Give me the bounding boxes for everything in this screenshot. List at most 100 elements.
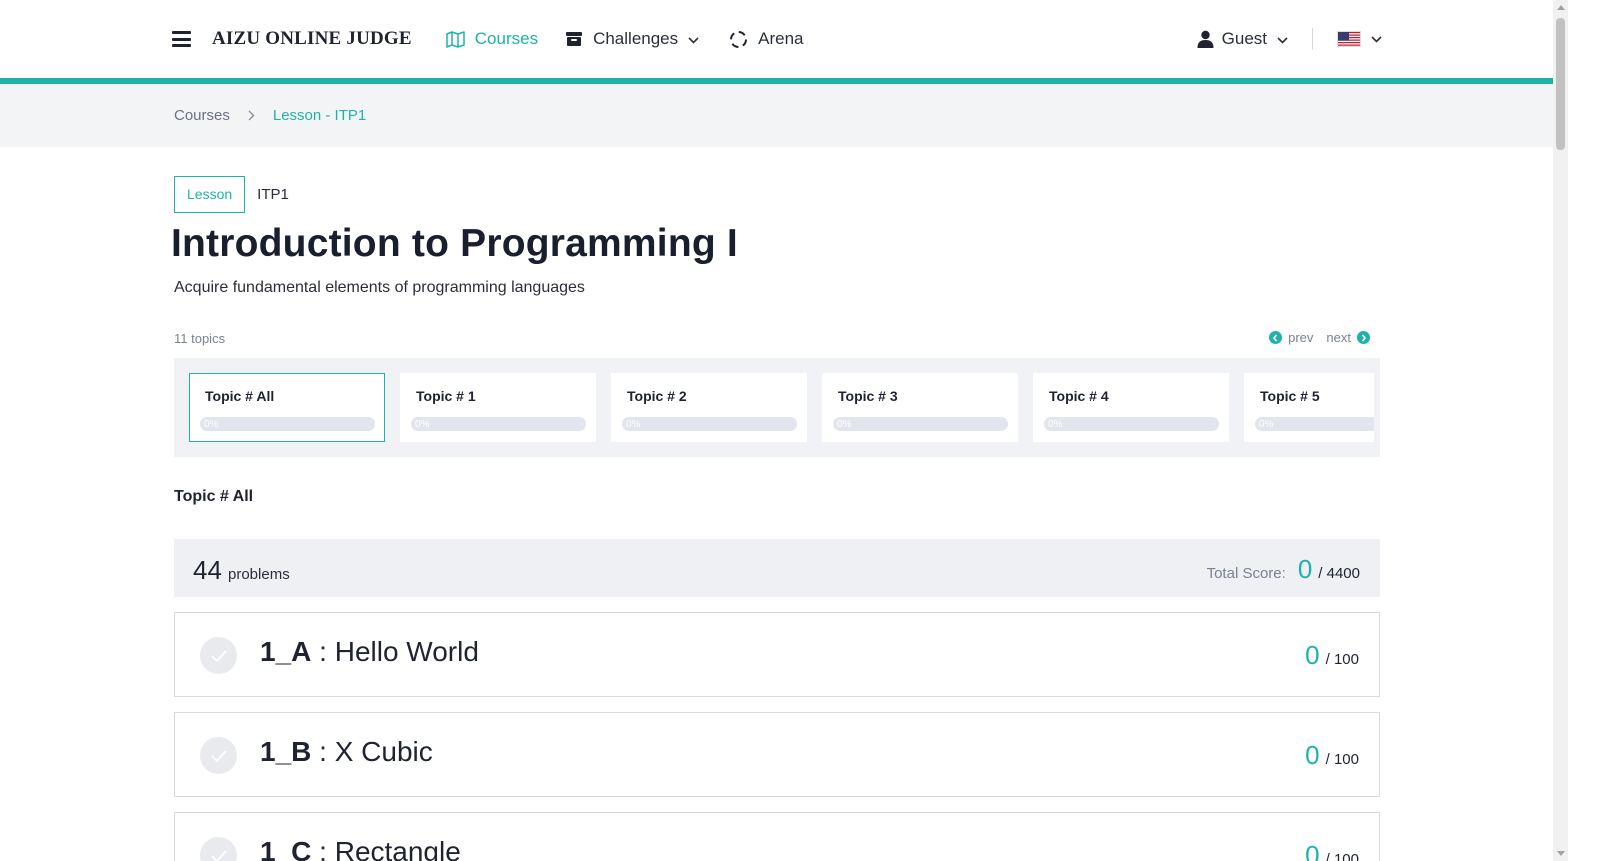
problem-score: 0 / 100 (1305, 840, 1359, 861)
window-edge (1568, 0, 1600, 861)
total-score-max: / 4400 (1318, 565, 1360, 582)
topic-progress-bar: 0% (1044, 417, 1219, 431)
topic-card[interactable]: Topic # 2 0% (611, 373, 807, 442)
menu-icon[interactable] (172, 31, 191, 47)
problem-score-max: / 100 (1325, 851, 1359, 861)
navbar-inner: AIZU ONLINE JUDGE Courses Challenges Are… (172, 0, 1382, 78)
box-icon (565, 31, 583, 47)
nav-arena-label: Arena (758, 29, 804, 48)
problem-separator: : (311, 636, 335, 667)
topic-progress-text: 0% (837, 419, 852, 430)
topic-progress-text: 0% (415, 419, 430, 430)
carousel-edge (1374, 358, 1380, 457)
topics-pager: prev next (1269, 330, 1370, 345)
nav-challenges-label: Challenges (593, 29, 679, 48)
problem-score-max: / 100 (1325, 651, 1359, 668)
us-flag-icon (1337, 31, 1361, 47)
topic-card-title: Topic # 5 (1260, 388, 1320, 404)
selected-topic-heading: Topic # All (174, 488, 254, 505)
topic-progress-bar: 0% (411, 417, 586, 431)
nav-courses[interactable]: Courses (446, 29, 538, 49)
topic-card[interactable]: Topic # 4 0% (1033, 373, 1229, 442)
problem-title: 1_C : Rectangle (260, 836, 461, 861)
total-score: Total Score: 0 / 4400 (1207, 554, 1360, 585)
problem-score-value: 0 (1305, 640, 1320, 670)
map-icon (446, 30, 465, 48)
topic-progress-text: 0% (1259, 419, 1274, 430)
topic-progress-text: 0% (1048, 419, 1063, 430)
navbar-right: Guest (1197, 28, 1382, 50)
problem-id: 1_C (260, 836, 312, 861)
nav-challenges[interactable]: Challenges (565, 29, 699, 49)
breadcrumb-lesson[interactable]: Lesson - ITP1 (273, 107, 366, 124)
topic-progress-bar: 0% (200, 417, 375, 431)
problem-separator: : (311, 836, 335, 861)
problem-name: Hello World (334, 636, 479, 667)
problem-score-value: 0 (1305, 840, 1320, 861)
problem-id: 1_A (260, 636, 312, 667)
check-icon (200, 837, 237, 861)
problem-row[interactable]: 1_B : X Cubic 0 / 100 (174, 712, 1380, 797)
problem-count: 44 (193, 555, 222, 585)
user-icon (1197, 30, 1214, 48)
topic-card[interactable]: Topic # 1 0% (400, 373, 596, 442)
problem-score-value: 0 (1305, 740, 1320, 770)
topic-progress-bar: 0% (833, 417, 1008, 431)
check-icon (200, 737, 237, 774)
problem-score: 0 / 100 (1305, 640, 1359, 671)
language-selector[interactable] (1337, 30, 1382, 48)
total-score-value: 0 (1297, 554, 1313, 584)
scroll-up-arrow-icon[interactable] (1557, 5, 1565, 10)
breadcrumb-courses[interactable]: Courses (174, 107, 230, 124)
top-navbar: AIZU ONLINE JUDGE Courses Challenges Are… (0, 0, 1553, 78)
chevron-down-icon (1371, 30, 1382, 48)
topic-card[interactable]: Topic # 3 0% (822, 373, 1018, 442)
problem-title: 1_B : X Cubic (260, 736, 433, 768)
problem-name: X Cubic (334, 736, 433, 767)
lesson-code: ITP1 (257, 186, 289, 203)
next-button[interactable]: next (1326, 330, 1370, 345)
divider (1312, 28, 1313, 50)
problem-row[interactable]: 1_A : Hello World 0 / 100 (174, 612, 1380, 697)
nav-courses-label: Courses (474, 29, 539, 48)
topic-card[interactable]: Topic # 5 0% (1244, 373, 1380, 442)
topic-card-title: Topic # 1 (416, 388, 476, 404)
topic-card-title: Topic # 2 (627, 388, 687, 404)
problem-id: 1_B (260, 736, 312, 767)
topic-card-title: Topic # All (205, 388, 275, 404)
scroll-down-arrow-icon[interactable] (1557, 851, 1565, 856)
topic-card-title: Topic # 4 (1049, 388, 1109, 404)
topic-card[interactable]: Topic # All 0% (189, 373, 385, 442)
user-name: Guest (1221, 29, 1267, 48)
chevron-down-icon (1277, 29, 1288, 49)
chevron-right-icon (248, 110, 255, 121)
topics-count: 11 topics (174, 331, 226, 346)
prev-label: prev (1288, 330, 1314, 345)
page-subtitle: Acquire fundamental elements of programm… (174, 279, 585, 296)
problem-score-max: / 100 (1325, 751, 1359, 768)
problem-separator: : (311, 736, 335, 767)
chevron-down-icon (688, 29, 699, 49)
check-icon (200, 637, 237, 674)
brand-logo[interactable]: AIZU ONLINE JUDGE (212, 28, 412, 50)
problems-summary: 44 problems Total Score: 0 / 4400 (174, 539, 1380, 597)
prev-button[interactable]: prev (1269, 330, 1313, 345)
topic-card-title: Topic # 3 (838, 388, 898, 404)
problem-score: 0 / 100 (1305, 740, 1359, 771)
topic-cards: Topic # All 0% Topic # 1 0% Topic # 2 0%… (189, 373, 1380, 442)
nav-arena[interactable]: Arena (729, 29, 804, 49)
topic-progress-bar: 0% (1255, 417, 1380, 431)
chevron-left-icon (1269, 331, 1283, 344)
problem-row[interactable]: 1_C : Rectangle 0 / 100 (174, 812, 1380, 861)
breadcrumb-bar: Courses Lesson - ITP1 (0, 84, 1553, 147)
user-menu[interactable]: Guest (1197, 29, 1288, 49)
breadcrumb: Courses Lesson - ITP1 (174, 84, 366, 147)
topics-carousel: Topic # All 0% Topic # 1 0% Topic # 2 0%… (174, 358, 1380, 457)
problem-name: Rectangle (334, 836, 461, 861)
problem-count-label: problems (228, 566, 290, 583)
lesson-tag-row: Lesson ITP1 (174, 176, 289, 213)
problem-title: 1_A : Hello World (260, 636, 479, 668)
page-scrollbar[interactable] (1553, 0, 1568, 861)
scrollbar-thumb[interactable] (1556, 18, 1565, 150)
next-label: next (1326, 330, 1351, 345)
